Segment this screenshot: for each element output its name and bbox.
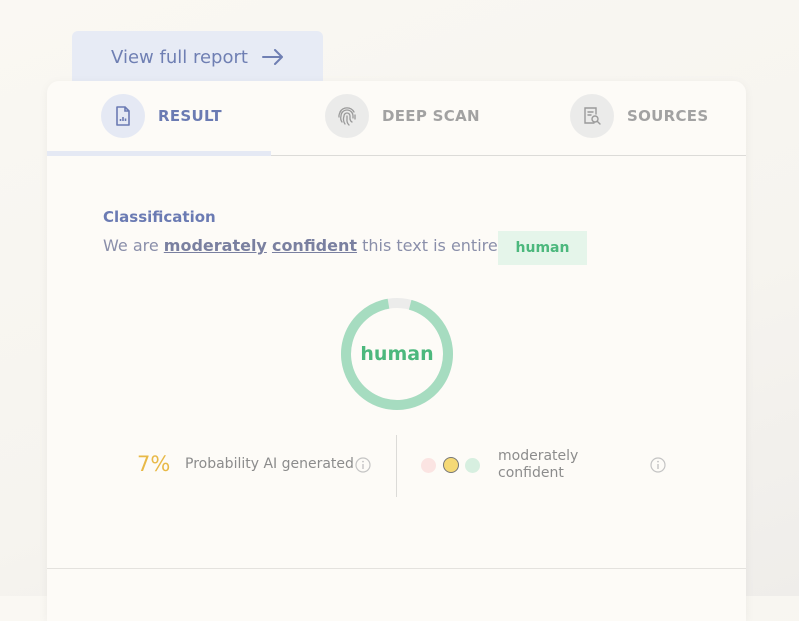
tab-sources-label: SOURCES [627,107,709,125]
arrow-right-icon [261,49,283,65]
document-search-icon [570,94,614,138]
info-icon[interactable] [355,457,371,473]
confidence-link-confident[interactable]: confident [272,236,357,255]
active-tab-indicator [47,151,271,156]
sentence-suffix: this text is entirely [362,236,512,255]
view-full-report-label: View full report [111,46,248,68]
ai-probability-label: Probability AI generated [185,456,354,472]
fingerprint-icon [325,94,369,138]
tab-deep-scan[interactable]: DEEP SCAN [325,93,480,139]
tab-result-label: RESULT [158,107,222,125]
tab-result[interactable]: RESULT [101,93,222,139]
tab-bar: RESULT DEEP SCAN SOURCES [47,81,746,156]
report-chart-icon [101,94,145,138]
confidence-dot-high [465,458,480,473]
confidence-level-label: moderately confident [498,448,579,481]
classification-sentence: We are moderately confident this text is… [103,236,512,255]
classification-badge: human [498,231,587,265]
donut-label: human [360,343,434,365]
result-card: RESULT DEEP SCAN SOURCES Classification … [47,81,746,621]
ai-probability-value: 7% [137,452,171,476]
classification-title: Classification [103,208,216,226]
confidence-dot-low [421,458,436,473]
confidence-link-moderately[interactable]: moderately [164,236,267,255]
section-divider [47,568,746,569]
tab-sources[interactable]: SOURCES [570,93,708,139]
stats-divider [396,435,397,497]
sentence-prefix: We are [103,236,159,255]
confidence-dot-moderate [443,457,459,473]
tab-deep-scan-label: DEEP SCAN [382,107,480,125]
view-full-report-button[interactable]: View full report [72,31,323,83]
info-icon[interactable] [650,457,666,473]
